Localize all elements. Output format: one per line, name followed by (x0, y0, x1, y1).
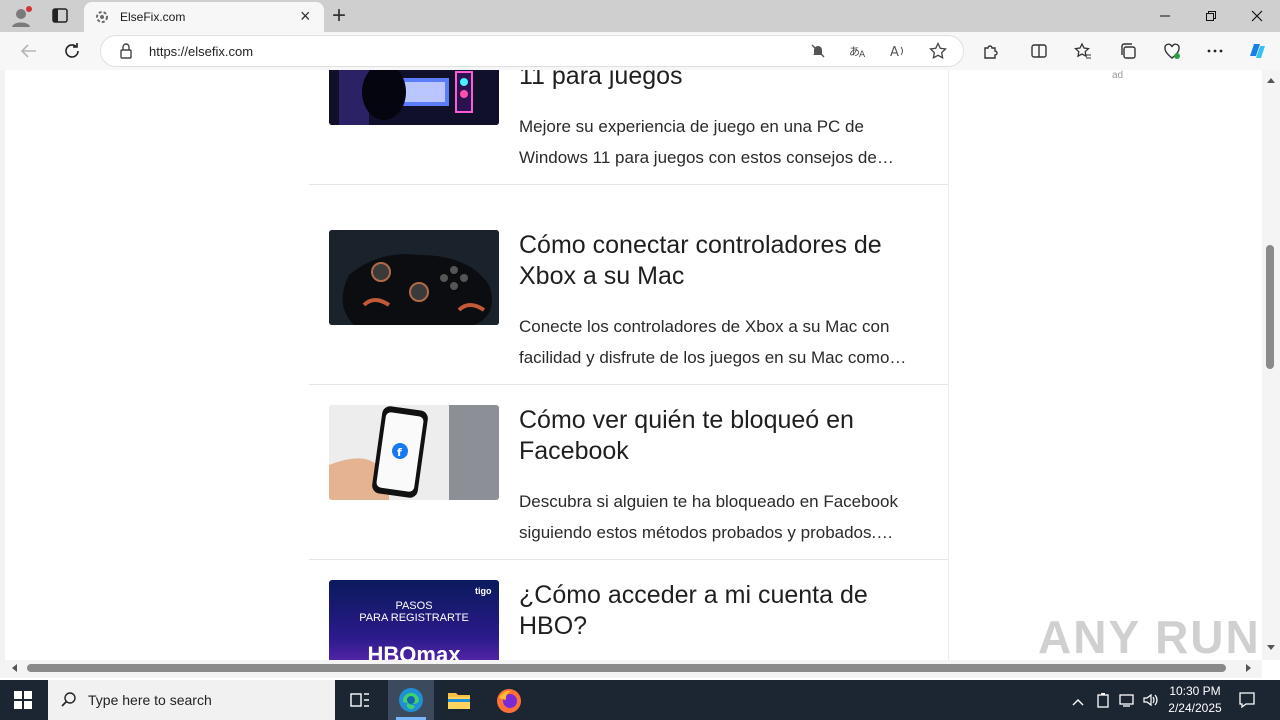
battery-icon[interactable] (1096, 692, 1110, 708)
thumb-caption-line1: PASOS (395, 600, 433, 612)
scroll-right-icon[interactable] (1246, 664, 1251, 672)
search-placeholder: Type here to search (88, 692, 212, 708)
web-page: ad Cómo optimizar su PC con Windows 11 p… (0, 70, 1262, 660)
horizontal-scroll-thumb[interactable] (27, 664, 1226, 672)
sidebar-divider (948, 70, 949, 660)
scroll-up-icon[interactable] (1267, 78, 1275, 83)
article-divider (309, 184, 948, 185)
hbo-max-logo: HBOmax (367, 642, 461, 660)
anyrun-watermark: ANY RUN (1038, 611, 1261, 663)
vertical-scroll-thumb[interactable] (1266, 245, 1274, 369)
article-card[interactable]: tigo PASOS PARA REGISTRARTE HBOmax ¿Cómo… (309, 560, 948, 660)
refresh-icon[interactable] (57, 36, 87, 66)
read-aloud-icon[interactable]: A (883, 36, 913, 66)
lock-icon[interactable] (119, 43, 133, 59)
gear-icon (94, 9, 110, 25)
scroll-left-icon[interactable] (12, 664, 17, 672)
browser-toolbar: https://elsefix.com あA A (0, 32, 1280, 71)
favorite-star-icon[interactable] (923, 36, 953, 66)
gaming-pc-thumbnail[interactable] (329, 70, 499, 125)
firefox-icon[interactable] (496, 688, 522, 714)
collections-icon[interactable] (1113, 36, 1143, 66)
article-title[interactable]: Cómo ver quién te bloqueó en Facebook (519, 405, 929, 467)
notification-center-icon[interactable] (1238, 691, 1256, 709)
thumb-caption-line2: PARA REGISTRARTE (359, 612, 469, 624)
svg-text:A: A (859, 50, 866, 59)
restore-button[interactable] (1188, 0, 1234, 32)
svg-text:A: A (890, 45, 899, 59)
copilot-icon[interactable] (1242, 36, 1272, 66)
translate-icon[interactable]: あA (843, 36, 873, 66)
article-description: Conecte los controladores de Xbox a su M… (519, 317, 907, 367)
search-icon (61, 692, 77, 708)
scroll-down-icon[interactable] (1267, 645, 1275, 650)
more-menu-icon[interactable] (1200, 36, 1230, 66)
address-bar[interactable]: https://elsefix.com あA A (100, 35, 964, 67)
article-title[interactable]: ¿Cómo acceder a mi cuenta de HBO? (519, 580, 929, 642)
file-explorer-icon[interactable] (447, 689, 471, 711)
article-title[interactable]: Cómo conectar controladores de Xbox a su… (519, 230, 929, 292)
article-description: Mejore su experiencia de juego en una PC… (519, 117, 894, 167)
url-text[interactable]: https://elsefix.com (149, 44, 253, 59)
extensions-icon[interactable] (976, 36, 1006, 66)
show-hidden-icons-icon[interactable] (1072, 694, 1084, 706)
new-tab-button[interactable]: + (332, 2, 346, 30)
article-description: Descubra si alguien te ha bloqueado en F… (519, 492, 898, 542)
article-card[interactable]: Cómo optimizar su PC con Windows 11 para… (309, 70, 948, 185)
windows-start-icon[interactable] (14, 691, 32, 709)
back-icon[interactable] (14, 36, 44, 66)
tab-close-button[interactable]: × (300, 6, 311, 27)
volume-icon[interactable] (1142, 692, 1160, 708)
ad-label: ad (1112, 70, 1124, 81)
article-card[interactable]: f Cómo ver quién te bloqueó en Facebook … (309, 385, 948, 560)
taskbar-search-box[interactable]: Type here to search (48, 680, 335, 720)
split-screen-icon[interactable] (1024, 36, 1054, 66)
edge-taskbar-button[interactable] (388, 680, 434, 720)
profile-icon[interactable] (10, 6, 32, 28)
article-title[interactable]: Cómo optimizar su PC con Windows 11 para… (519, 70, 929, 92)
notification-off-icon[interactable] (803, 36, 833, 66)
article-card[interactable]: Cómo conectar controladores de Xbox a su… (309, 210, 948, 385)
tab-title: ElseFix.com (120, 10, 186, 24)
clock-time[interactable]: 10:30 PM (1164, 684, 1226, 698)
xbox-controller-thumbnail[interactable] (329, 230, 499, 325)
task-view-icon[interactable] (350, 691, 370, 709)
tigo-logo: tigo (475, 586, 492, 596)
network-icon[interactable] (1118, 692, 1136, 708)
hbo-max-thumbnail[interactable]: tigo PASOS PARA REGISTRARTE HBOmax (329, 580, 499, 660)
favorites-icon[interactable] (1068, 36, 1098, 66)
tab-actions-icon[interactable] (50, 7, 70, 25)
clock-date[interactable]: 2/24/2025 (1164, 701, 1226, 715)
taskbar: Type here to search 10:30 PM 2/24/2025 (0, 680, 1280, 720)
browser-essentials-icon[interactable] (1157, 36, 1187, 66)
tab-elsefix[interactable]: ElseFix.com × (84, 2, 324, 32)
facebook-phone-thumbnail[interactable]: f (329, 405, 499, 500)
page-gutter (0, 70, 5, 660)
svg-text:f: f (397, 446, 402, 459)
minimize-button[interactable] (1142, 0, 1188, 32)
title-bar: ElseFix.com × + (0, 0, 1280, 32)
vertical-scrollbar[interactable] (1262, 70, 1280, 660)
close-window-button[interactable] (1234, 0, 1280, 32)
